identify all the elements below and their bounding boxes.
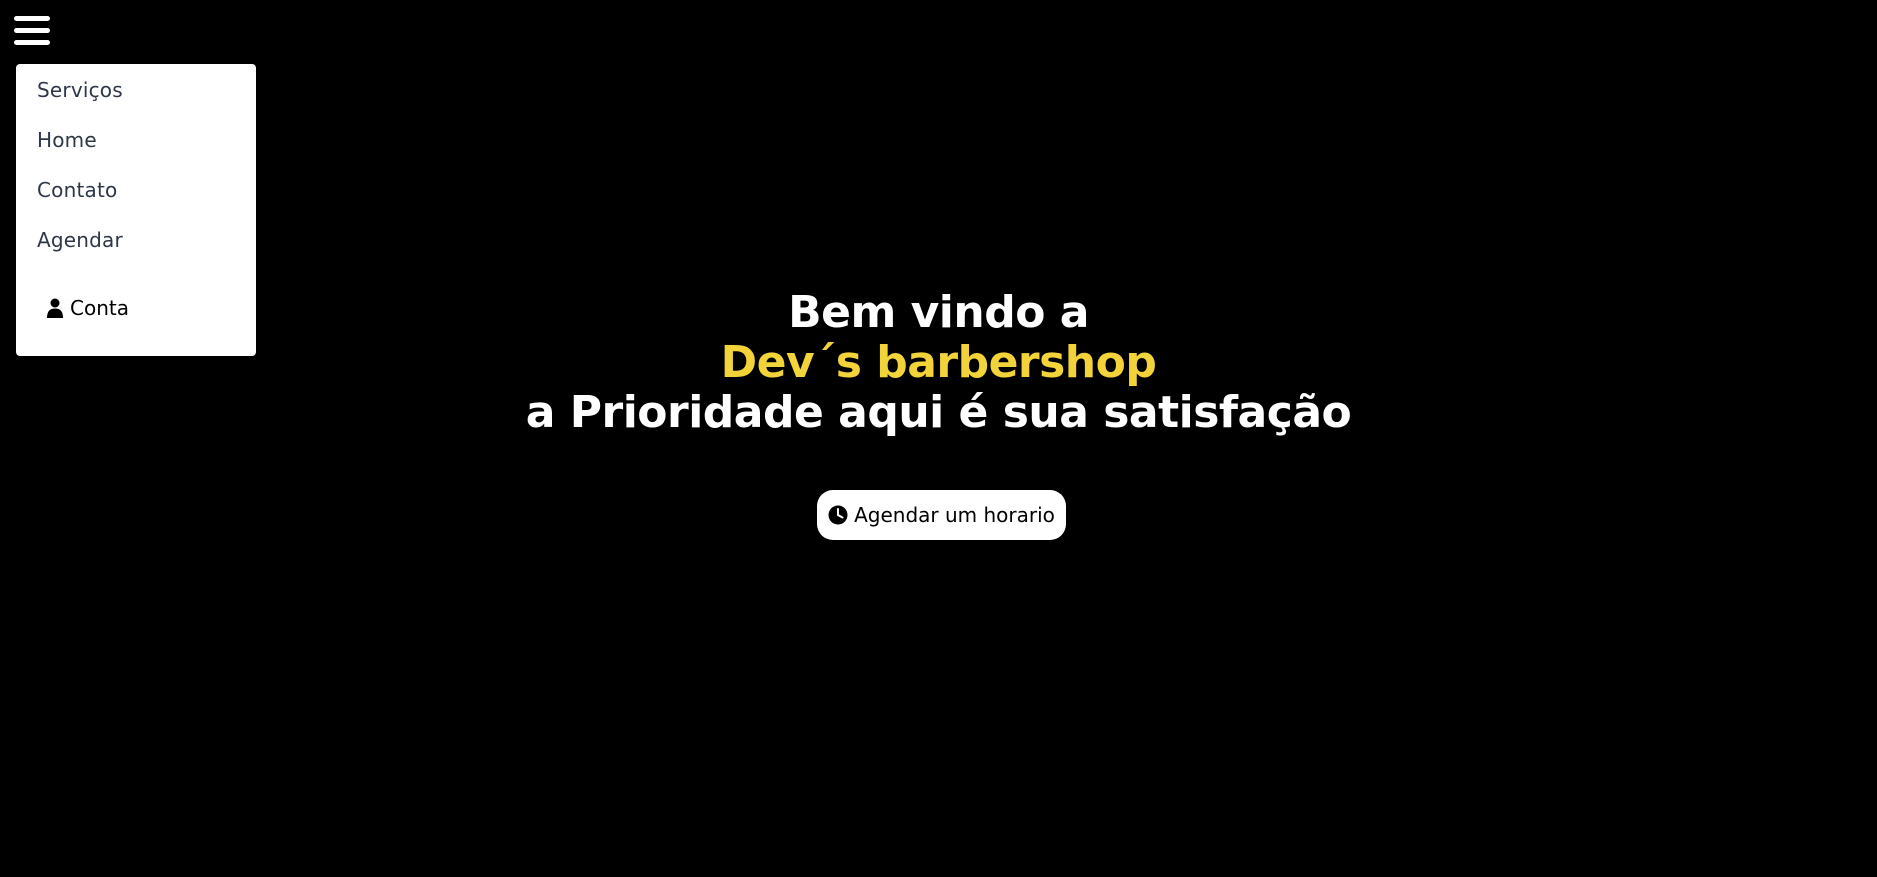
schedule-button-label: Agendar um horario [854,503,1055,527]
hero-line-welcome: Bem vindo a [788,287,1089,338]
clock-icon [828,505,848,525]
hamburger-menu-icon[interactable] [14,16,50,50]
menu-item-contato[interactable]: Contato [37,178,117,202]
hero-tagline: a Prioridade aqui é sua satisfação [525,387,1352,438]
menu-item-agendar[interactable]: Agendar [37,228,123,252]
menu-item-home[interactable]: Home [37,128,97,152]
menu-item-servicos[interactable]: Serviços [37,78,123,102]
schedule-appointment-button[interactable]: Agendar um horario [817,490,1066,540]
hero-brand-name: Dev´s barbershop [720,337,1157,388]
hamburger-line [14,28,50,33]
hamburger-line [14,16,50,21]
page: Serviços Home Contato Agendar Conta Bem … [0,0,1877,877]
hero-heading: Bem vindo a Dev´s barbershop a Prioridad… [0,288,1877,438]
hamburger-line [14,40,50,45]
